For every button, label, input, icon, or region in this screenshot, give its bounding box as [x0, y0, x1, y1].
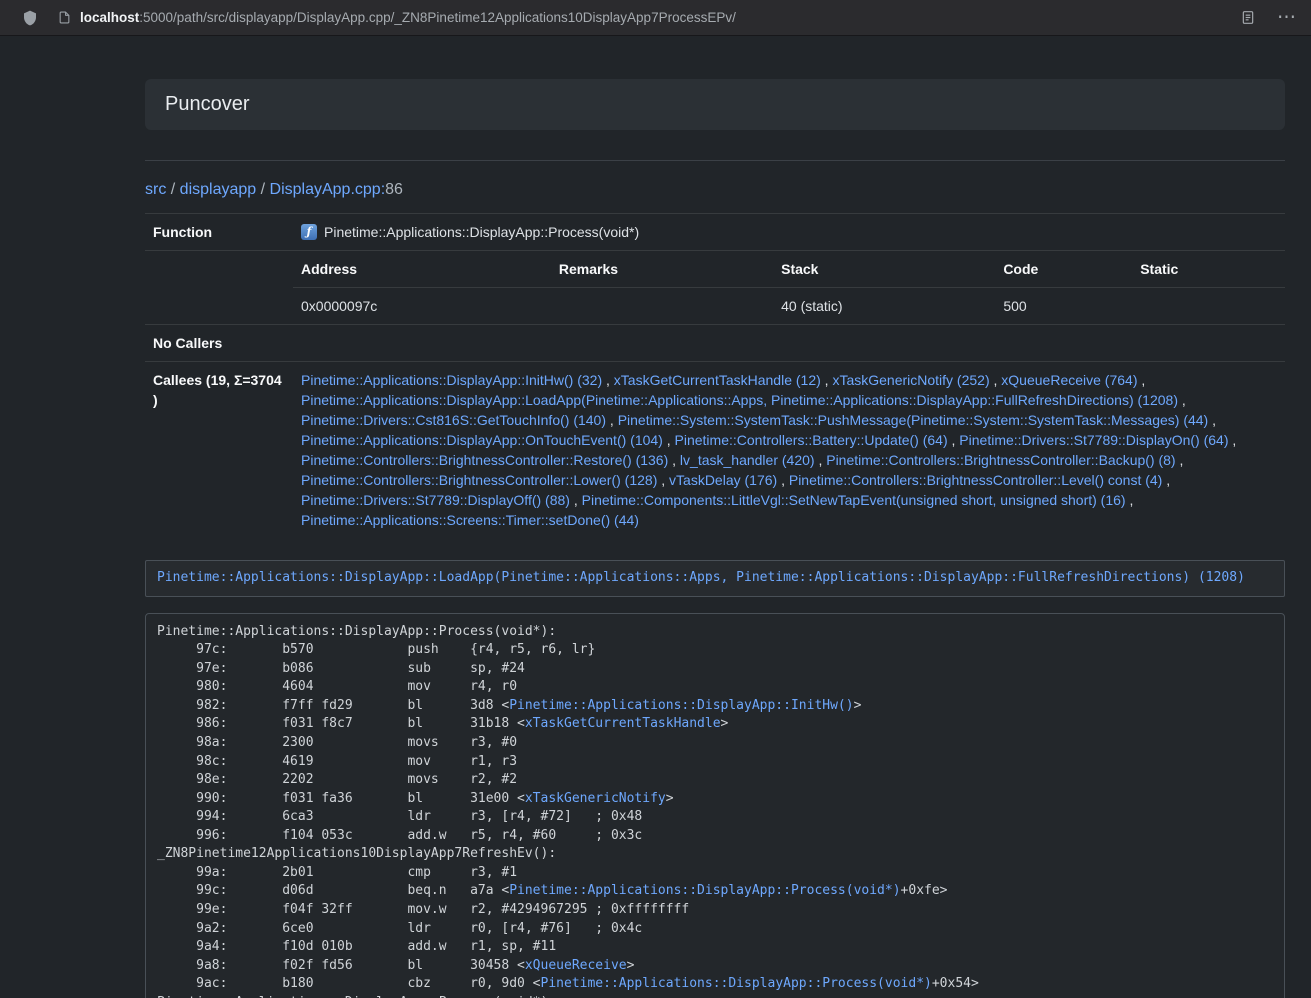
breadcrumb-text: /: [166, 181, 179, 198]
callee-link[interactable]: Pinetime::Controllers::Battery::Update()…: [675, 432, 948, 448]
callee-link[interactable]: Pinetime::Applications::DisplayApp::Init…: [301, 372, 602, 388]
page-icon[interactable]: [58, 10, 71, 25]
breadcrumb-link[interactable]: DisplayApp.cpp:: [270, 181, 386, 198]
stats-row: Address Remarks Stack Code Static 0x0000…: [145, 251, 1285, 325]
callee-link[interactable]: xTaskGenericNotify (252): [832, 372, 989, 388]
function-name: Pinetime::Applications::DisplayApp::Proc…: [324, 222, 639, 242]
selected-symbol-link[interactable]: Pinetime::Applications::DisplayApp::Load…: [157, 570, 1245, 585]
code-symbol-link[interactable]: xTaskGenericNotify: [525, 791, 666, 806]
callee-link[interactable]: Pinetime::Controllers::BrightnessControl…: [826, 452, 1175, 468]
callee-link[interactable]: Pinetime::Components::LittleVgl::SetNewT…: [582, 492, 1126, 508]
callee-link[interactable]: lv_task_handler (420): [680, 452, 815, 468]
code-symbol-link[interactable]: xQueueReceive: [525, 958, 627, 973]
shield-icon[interactable]: [22, 9, 38, 27]
no-callers-label: No Callers: [145, 325, 293, 362]
url-host: localhost: [80, 10, 139, 25]
function-icon: ƒ: [301, 224, 317, 240]
address-bar[interactable]: localhost:5000/path/src/displayapp/Displ…: [80, 10, 1223, 25]
breadcrumb-text: 86: [385, 181, 403, 198]
callee-link[interactable]: Pinetime::Controllers::BrightnessControl…: [301, 452, 668, 468]
stats-header-stack: Stack: [773, 251, 995, 288]
breadcrumb-link[interactable]: displayapp: [180, 181, 257, 198]
no-callers-row: No Callers: [145, 325, 1285, 362]
callees-list: Pinetime::Applications::DisplayApp::Init…: [293, 362, 1285, 539]
breadcrumb-link[interactable]: src: [145, 181, 166, 198]
callees-row: Callees (19, Σ=3704 ) Pinetime::Applicat…: [145, 362, 1285, 539]
code-symbol-link[interactable]: Pinetime::Applications::DisplayApp::Init…: [509, 698, 853, 713]
app-header: Puncover: [145, 79, 1285, 130]
stats-value-code: 500: [995, 288, 1132, 325]
stats-value-stack: 40 (static): [773, 288, 995, 325]
browser-chrome: localhost:5000/path/src/displayapp/Displ…: [0, 0, 1311, 36]
callee-link[interactable]: Pinetime::Applications::DisplayApp::OnTo…: [301, 432, 663, 448]
function-row-label: Function: [145, 214, 293, 251]
callees-label: Callees (19, Σ=3704 ): [145, 362, 293, 539]
callee-link[interactable]: xQueueReceive (764): [1001, 372, 1137, 388]
app-title: Puncover: [165, 93, 1265, 116]
breadcrumb: src / displayapp / DisplayApp.cpp:86: [145, 181, 1285, 199]
code-symbol-link[interactable]: Pinetime::Applications::DisplayApp::Proc…: [541, 976, 932, 991]
callee-link[interactable]: Pinetime::Drivers::St7789::DisplayOn() (…: [959, 432, 1228, 448]
assembly-code: Pinetime::Applications::DisplayApp::Proc…: [145, 613, 1285, 998]
callee-link[interactable]: Pinetime::Applications::DisplayApp::Load…: [301, 392, 1178, 408]
code-symbol-link[interactable]: xTaskGetCurrentTaskHandle: [525, 716, 721, 731]
stats-header-remarks: Remarks: [551, 251, 773, 288]
callee-link[interactable]: xTaskGetCurrentTaskHandle (12): [614, 372, 821, 388]
callee-link[interactable]: Pinetime::System::SystemTask::PushMessag…: [618, 412, 1209, 428]
kebab-menu-icon[interactable]: ⋯: [1277, 8, 1297, 27]
callee-link[interactable]: vTaskDelay (176): [669, 472, 777, 488]
url-path: :5000/path/src/displayapp/DisplayApp.cpp…: [139, 10, 736, 25]
reader-view-icon[interactable]: [1241, 9, 1255, 26]
stats-value-remarks: [551, 288, 773, 325]
symbol-table: Function ƒ Pinetime::Applications::Displ…: [145, 213, 1285, 538]
callee-link[interactable]: Pinetime::Drivers::St7789::DisplayOff() …: [301, 492, 570, 508]
stats-value-static: [1132, 288, 1285, 325]
code-symbol-link[interactable]: Pinetime::Applications::DisplayApp::Proc…: [509, 883, 900, 898]
stats-table: Address Remarks Stack Code Static 0x0000…: [293, 251, 1285, 324]
function-row: Function ƒ Pinetime::Applications::Displ…: [145, 214, 1285, 251]
selected-symbol-row: Pinetime::Applications::DisplayApp::Load…: [145, 560, 1285, 597]
stats-header-code: Code: [995, 251, 1132, 288]
page-container: Puncover src / displayapp / DisplayApp.c…: [145, 79, 1285, 998]
stats-value-address: 0x0000097c: [293, 288, 551, 325]
callee-link[interactable]: Pinetime::Controllers::BrightnessControl…: [301, 472, 657, 488]
divider: [145, 160, 1285, 161]
stats-header-address: Address: [293, 251, 551, 288]
breadcrumb-text: /: [256, 181, 269, 198]
stats-header-static: Static: [1132, 251, 1285, 288]
callee-link[interactable]: Pinetime::Drivers::Cst816S::GetTouchInfo…: [301, 412, 606, 428]
callee-link[interactable]: Pinetime::Controllers::BrightnessControl…: [789, 472, 1162, 488]
callee-link[interactable]: Pinetime::Applications::Screens::Timer::…: [301, 512, 639, 528]
